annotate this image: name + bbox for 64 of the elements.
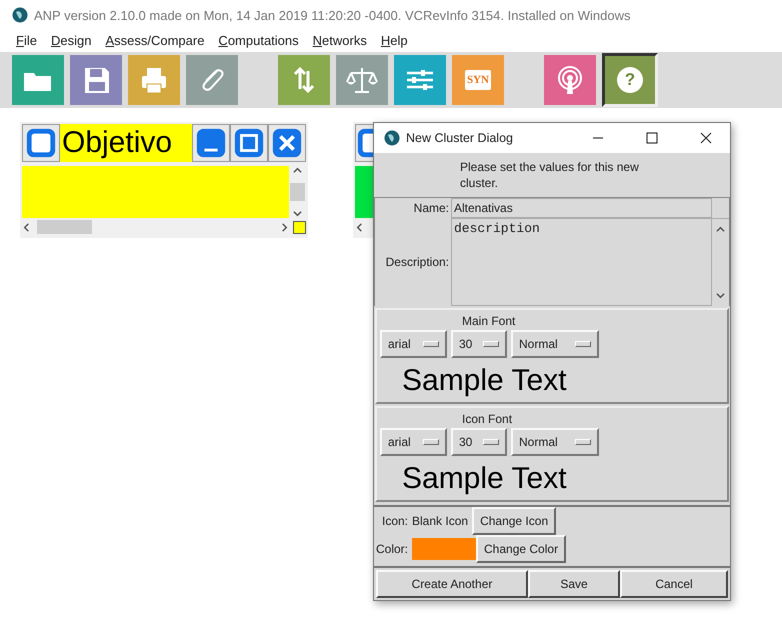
dropdown[interactable]: 30 [451, 330, 507, 358]
toolbar-button[interactable] [394, 55, 446, 105]
toolbar-button[interactable] [278, 55, 330, 105]
chevron-down-icon [716, 291, 725, 300]
description-field[interactable]: description [451, 218, 712, 306]
dropdown[interactable]: Normal [511, 330, 599, 358]
chevron-up-icon [293, 166, 302, 175]
change-icon-button[interactable]: Change Icon [472, 507, 556, 535]
cluster-title: Objetivo [61, 126, 174, 160]
change-color-button[interactable]: Change Color [476, 535, 566, 563]
scrollbar-thumb[interactable] [37, 220, 92, 234]
section-label: Icon Font [461, 411, 514, 428]
close-icon [271, 127, 303, 159]
dialog-button[interactable]: Create Another [376, 570, 528, 598]
toolbar-button[interactable] [544, 55, 596, 105]
field-label: Icon: [381, 514, 410, 528]
window-title: ANP version 2.10.0 made on Mon, 14 Jan 2019 11:20:20 -0400. VCRevInfo 3154. Installed on Windows [34, 8, 630, 22]
balance-scale-icon [345, 65, 379, 95]
maximize-button[interactable] [230, 124, 268, 162]
chevron-right-icon [280, 222, 289, 232]
toolbar-button[interactable] [12, 55, 64, 105]
menu-item[interactable]: Design [50, 32, 92, 48]
sample-text: Sample Text [401, 363, 568, 399]
menu-item[interactable]: Assess/Compare [105, 32, 204, 48]
close-button[interactable] [268, 124, 306, 162]
menu-item[interactable]: Help [380, 32, 408, 48]
scrollbar-thumb[interactable] [290, 183, 305, 201]
toolbar-button[interactable]: ? [602, 53, 658, 107]
toolbar-button[interactable] [128, 55, 180, 105]
field-label: Description: [384, 255, 450, 269]
minimize-button[interactable] [192, 124, 230, 162]
maximize-icon [233, 127, 265, 159]
maximize-icon [646, 132, 658, 144]
toolbar-button[interactable] [336, 55, 388, 105]
dialog-button[interactable]: Cancel [620, 570, 728, 598]
section-label: Main Font [461, 313, 516, 330]
dialog-button[interactable]: Save [528, 570, 620, 598]
dropdown[interactable]: Normal [511, 428, 599, 456]
name-field[interactable]: Altenativas [451, 198, 712, 218]
dropdown[interactable]: arial [380, 428, 447, 456]
chevron-left-icon [355, 222, 364, 232]
chevron-down-icon [293, 209, 302, 218]
field-label: Name: [412, 201, 450, 215]
dropdown[interactable]: 30 [451, 428, 507, 456]
icon-value: Blank Icon [412, 514, 468, 528]
chevron-left-icon [22, 222, 31, 232]
field-label: Color: [376, 542, 410, 556]
cluster-node[interactable]: Objetivo [20, 122, 308, 238]
dialog-title: New Cluster Dialog [406, 131, 514, 145]
dialog-message: Please set the values for this new cluster. [459, 159, 640, 192]
globe-icon [12, 7, 28, 23]
globe-icon [384, 130, 400, 146]
toolbar-button[interactable] [186, 55, 238, 105]
toolbar-button[interactable] [70, 55, 122, 105]
dropdown[interactable]: arial [380, 330, 447, 358]
square-icon [25, 127, 57, 159]
menu-item[interactable]: Networks [312, 32, 367, 48]
close-icon [700, 132, 712, 144]
sample-text: Sample Text [401, 461, 568, 497]
menu-item[interactable]: Computations [218, 32, 299, 48]
cluster-icon-button[interactable] [22, 124, 60, 162]
minimize-icon [195, 127, 227, 159]
menu-item[interactable]: File [16, 32, 37, 48]
chevron-up-icon [716, 225, 725, 234]
